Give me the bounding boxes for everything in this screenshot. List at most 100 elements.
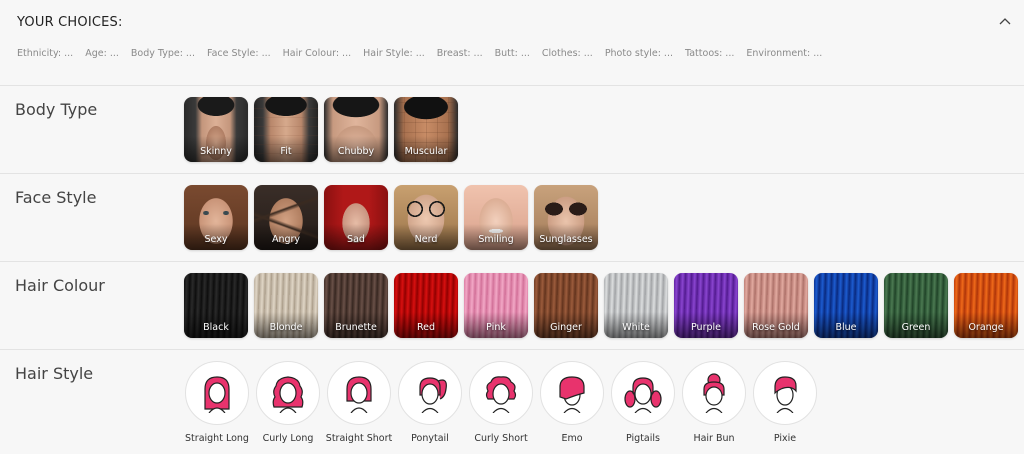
choice-breast[interactable]: Breast: ... [437,48,483,59]
body-type-skinny-tile[interactable]: Skinny [184,97,248,162]
hair-style-straight-long[interactable]: Straight Long [184,361,250,444]
hair-style-pixie[interactable]: Pixie [752,361,818,444]
tile-label: Sad [347,234,365,245]
choice-butt[interactable]: Butt: ... [495,48,530,59]
tile-label: Fit [280,146,292,157]
face-style-section: Face Style Sexy Angry Sad Nerd Smiling S… [0,174,1024,262]
hair-colour-ginger-tile[interactable]: Ginger [534,273,598,338]
style-label: Emo [561,433,583,444]
tile-label: Rose Gold [752,322,800,333]
body-type-fit-tile[interactable]: Fit [254,97,318,162]
choices-list: Ethnicity: ... Age: ... Body Type: ... F… [17,48,822,59]
face-style-sad-tile[interactable]: Sad [324,185,388,250]
style-label: Pixie [773,433,797,444]
choice-clothes[interactable]: Clothes: ... [542,48,593,59]
tile-label: Angry [271,234,301,245]
straight-long-hair-icon [204,376,230,413]
tile-label: Ginger [550,322,582,333]
face-style-options: Sexy Angry Sad Nerd Smiling Sunglasses [184,185,598,250]
tile-label: Muscular [404,146,448,157]
hair-style-options: Straight Long Curly Long Straight Short … [184,361,823,444]
hair-colour-white-tile[interactable]: White [604,273,668,338]
hair-style-ponytail[interactable]: Ponytail [397,361,463,444]
choice-environment[interactable]: Environment: ... [746,48,822,59]
choice-tattoos[interactable]: Tattoos: ... [685,48,734,59]
curly-short-hair-icon [485,376,517,413]
hair-style-circle [256,361,320,425]
body-type-chubby-tile[interactable]: Chubby [324,97,388,162]
hair-colour-black-tile[interactable]: Black [184,273,248,338]
face-style-angry-tile[interactable]: Angry [254,185,318,250]
hair-style-straight-short[interactable]: Straight Short [326,361,392,444]
face-style-sunglasses-tile[interactable]: Sunglasses [534,185,598,250]
choice-hair-colour[interactable]: Hair Colour: ... [283,48,351,59]
hair-colour-options: Black Blonde Brunette Red Pink Ginger Wh… [184,273,1018,338]
choice-photo-style[interactable]: Photo style: ... [605,48,673,59]
style-label: Curly Short [474,433,528,444]
hair-colour-purple-tile[interactable]: Purple [674,273,738,338]
choice-body-type[interactable]: Body Type: ... [131,48,195,59]
hair-colour-brunette-tile[interactable]: Brunette [324,273,388,338]
pigtails-hair-icon [624,377,662,413]
hair-style-heading: Hair Style [15,364,94,383]
emo-hair-icon [559,376,585,413]
tile-label: Nerd [414,234,438,245]
tile-label: Green [901,322,931,333]
choice-age[interactable]: Age: ... [85,48,119,59]
hair-style-circle [611,361,675,425]
choices-summary-bar: YOUR CHOICES: Ethnicity: ... Age: ... Bo… [0,0,1024,86]
hair-style-section: Hair Style Straight Long Curly Long Stra… [0,350,1024,454]
style-label: Ponytail [411,433,449,444]
hair-colour-red-tile[interactable]: Red [394,273,458,338]
hair-style-emo[interactable]: Emo [539,361,605,444]
hair-colour-orange-tile[interactable]: Orange [954,273,1018,338]
choice-hair-style[interactable]: Hair Style: ... [363,48,425,59]
pixie-hair-icon [774,376,797,413]
tile-label: Sunglasses [539,234,593,245]
body-type-heading: Body Type [15,100,98,119]
hair-style-circle [469,361,533,425]
choice-ethnicity[interactable]: Ethnicity: ... [17,48,73,59]
style-label: Pigtails [626,433,660,444]
tile-label: Brunette [335,322,377,333]
hair-colour-section: Hair Colour Black Blonde Brunette Red Pi… [0,262,1024,350]
tile-label: Blonde [269,322,303,333]
hair-colour-green-tile[interactable]: Green [884,273,948,338]
chevron-up-icon[interactable] [998,14,1012,28]
hair-colour-pink-tile[interactable]: Pink [464,273,528,338]
face-style-nerd-tile[interactable]: Nerd [394,185,458,250]
body-type-options: Skinny Fit Chubby Muscular [184,97,458,162]
body-type-muscular-tile[interactable]: Muscular [394,97,458,162]
face-style-smiling-tile[interactable]: Smiling [464,185,528,250]
tile-label: Red [416,322,436,333]
hair-style-circle [398,361,462,425]
face-style-heading: Face Style [15,188,97,207]
hair-style-circle [185,361,249,425]
hair-style-hair-bun[interactable]: Hair Bun [681,361,747,444]
tile-label: Blue [835,322,857,333]
hair-colour-blue-tile[interactable]: Blue [814,273,878,338]
tile-label: Black [203,322,229,333]
hair-bun-icon [703,373,725,413]
style-label: Curly Long [262,433,314,444]
tile-label: White [622,322,650,333]
hair-style-circle [327,361,391,425]
style-label: Straight Long [185,433,249,444]
hair-colour-rose-gold-tile[interactable]: Rose Gold [744,273,808,338]
tile-label: Purple [690,322,721,333]
hair-colour-blonde-tile[interactable]: Blonde [254,273,318,338]
body-type-section: Body Type Skinny Fit Chubby Muscular [0,86,1024,174]
tile-label: Sexy [204,234,228,245]
hair-style-curly-long[interactable]: Curly Long [255,361,321,444]
curly-long-hair-icon [272,376,304,413]
tile-label: Smiling [478,234,514,245]
hair-style-circle [682,361,746,425]
choices-title: YOUR CHOICES: [17,15,123,30]
face-style-sexy-tile[interactable]: Sexy [184,185,248,250]
hair-style-pigtails[interactable]: Pigtails [610,361,676,444]
tile-label: Skinny [200,146,232,157]
style-label: Straight Short [325,433,393,444]
choice-face-style[interactable]: Face Style: ... [207,48,271,59]
hair-style-curly-short[interactable]: Curly Short [468,361,534,444]
hair-style-circle [753,361,817,425]
